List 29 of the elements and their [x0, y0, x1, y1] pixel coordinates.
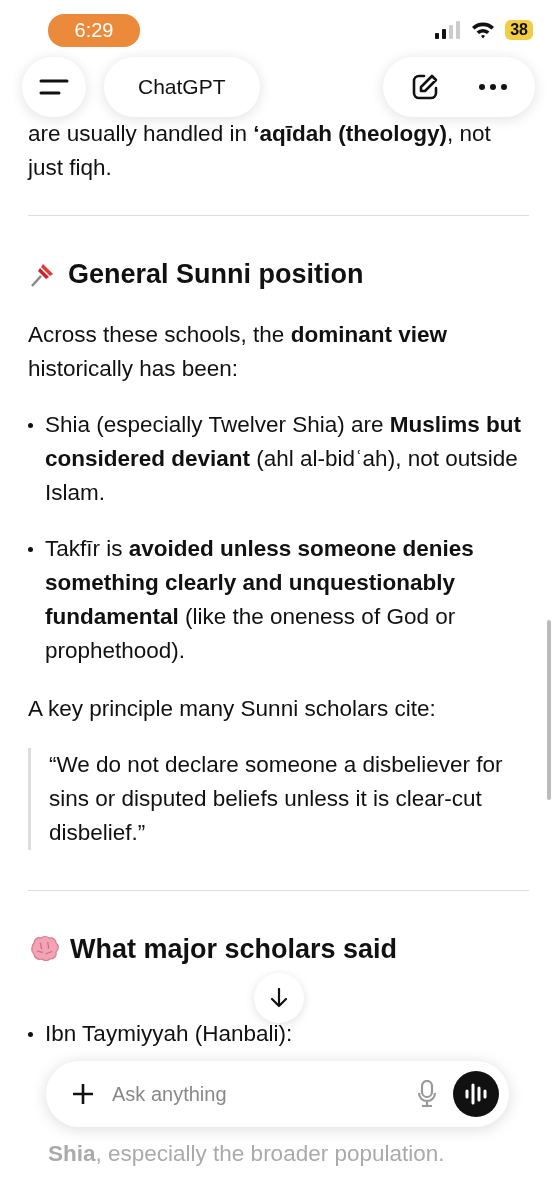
- brain-icon: [28, 935, 60, 963]
- arrow-down-icon: [269, 988, 288, 1008]
- more-icon[interactable]: [479, 84, 507, 90]
- edit-icon[interactable]: [411, 73, 439, 101]
- section-heading: What major scholars said: [70, 933, 398, 966]
- microphone-icon[interactable]: [417, 1080, 437, 1108]
- list-item-text: Shia (especially Twelver Shia) are Muslims but considered deviant (ahl al-bidʿah), not outside Islam.: [45, 411, 522, 507]
- battery-level: 38: [505, 20, 533, 40]
- message-input[interactable]: Ask anything: [110, 1081, 401, 1107]
- signal-icon: [435, 21, 462, 39]
- bullet-dot: [28, 423, 33, 428]
- paragraph: are usually handled in ‘aqīdah (theology), not just fiqh.: [28, 120, 492, 182]
- list-item-text: Ibn Taymiyyah (Hanbali):: [45, 1020, 293, 1048]
- bullet-dot: [28, 547, 33, 552]
- block-quote: “We do not declare someone a disbeliever for sins or disputed beliefs unless it is clear-cut disbelief.”: [28, 748, 529, 850]
- section-heading: General Sunni position: [68, 258, 364, 291]
- menu-icon: [39, 77, 69, 97]
- paragraph: Across these schools, the dominant view historically has been:: [28, 321, 448, 383]
- wifi-icon: [471, 21, 496, 39]
- status-time: 6:29: [48, 13, 140, 47]
- list-item-text: Takfīr is avoided unless someone denies something clearly and unquestionably fundamental (like the oneness of God or prophethood).: [45, 535, 475, 665]
- waveform-icon: [464, 1083, 488, 1105]
- model-title[interactable]: ChatGPT: [104, 57, 260, 117]
- paragraph: A key principle many Sunni scholars cite:: [28, 695, 437, 723]
- bullet-dot: [28, 1032, 33, 1037]
- scroll-down-button[interactable]: [253, 973, 304, 1023]
- faded-paragraph: Shia, especially the broader population.: [48, 1140, 446, 1168]
- voice-button[interactable]: [453, 1071, 499, 1117]
- plus-icon[interactable]: [72, 1083, 94, 1105]
